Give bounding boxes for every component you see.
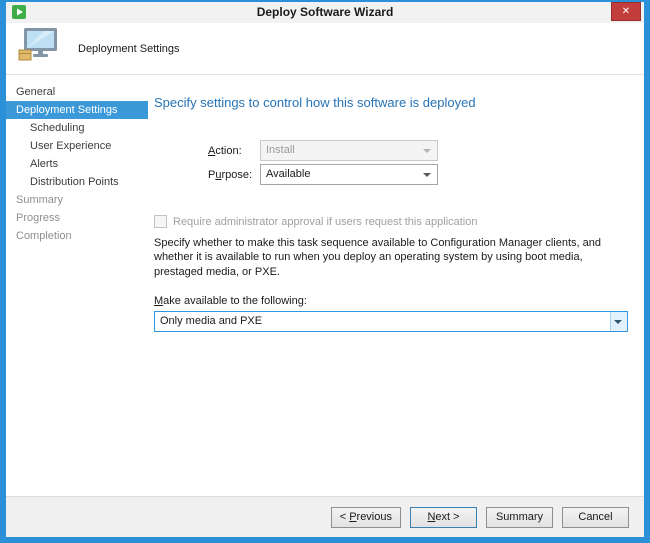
next-button[interactable]: Next > [410,507,477,528]
approval-checkbox-row: Require administrator approval if users … [154,215,628,228]
deployment-form: Action: Install Purpose: Available [208,140,628,185]
chevron-down-icon [423,173,431,177]
deploy-software-wizard-window: Deploy Software Wizard ✕ Deployment Sett… [0,0,650,543]
action-dropdown: Install [260,140,438,161]
approval-checkbox-label: Require administrator approval if users … [173,216,478,228]
purpose-label: Purpose: [208,169,260,181]
purpose-dropdown[interactable]: Available [260,164,438,185]
window-title: Deploy Software Wizard [6,2,644,23]
previous-button[interactable]: < Previous [331,507,401,528]
summary-button[interactable]: Summary [486,507,553,528]
cancel-button[interactable]: Cancel [562,507,629,528]
sidebar-item-completion: Completion [6,227,148,245]
sidebar-item-general[interactable]: General [6,83,148,101]
sidebar-item-summary: Summary [6,191,148,209]
titlebar: Deploy Software Wizard ✕ [6,2,644,23]
wizard-content: Specify settings to control how this sof… [148,75,644,496]
make-available-label: Make available to the following: [154,295,628,307]
page-title: Specify settings to control how this sof… [154,95,628,110]
chevron-down-icon [423,149,431,153]
action-label: Action: [208,145,260,157]
sidebar-item-scheduling[interactable]: Scheduling [6,119,148,137]
wizard-step-sidebar: General Deployment Settings Scheduling U… [6,75,148,496]
wizard-header: Deployment Settings [6,23,644,75]
purpose-dropdown-value: Available [266,168,310,180]
chevron-down-icon [614,320,622,324]
approval-checkbox [154,215,167,228]
sidebar-item-deployment-settings[interactable]: Deployment Settings [6,101,148,119]
make-available-dropdown[interactable]: Only media and PXE [154,311,628,332]
task-sequence-description: Specify whether to make this task sequen… [154,236,628,279]
wizard-body: General Deployment Settings Scheduling U… [6,75,644,496]
sidebar-item-distribution-points[interactable]: Distribution Points [6,173,148,191]
header-step-title: Deployment Settings [78,43,180,55]
action-dropdown-value: Install [266,144,295,156]
close-button[interactable]: ✕ [611,2,641,21]
sidebar-item-alerts[interactable]: Alerts [6,155,148,173]
wizard-footer: < Previous Next > Summary Cancel [6,496,644,537]
sidebar-item-progress: Progress [6,209,148,227]
make-available-dropdown-value: Only media and PXE [160,315,262,327]
sidebar-item-user-experience[interactable]: User Experience [6,137,148,155]
deployment-settings-icon [18,27,62,70]
